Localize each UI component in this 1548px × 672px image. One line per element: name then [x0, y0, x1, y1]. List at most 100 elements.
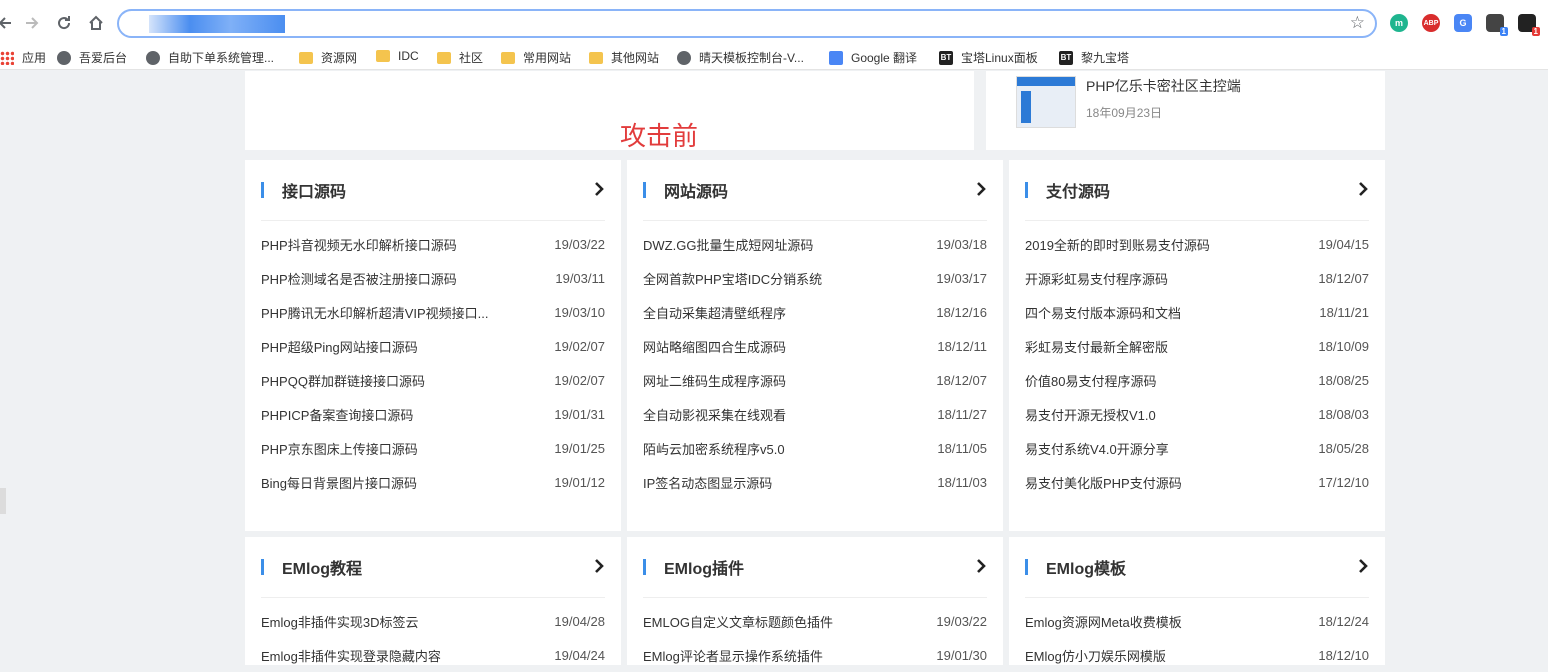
list-item[interactable]: Bing每日背景图片接口源码 19/01/12 — [261, 465, 605, 499]
list-item[interactable]: PHP检测域名是否被注册接口源码 19/03/11 — [261, 261, 605, 295]
item-date: 18/05/28 — [1318, 440, 1369, 456]
list-item[interactable]: PHPQQ群加群链接接口源码 19/02/07 — [261, 363, 605, 397]
google-translate-ext-icon[interactable]: G — [1454, 14, 1472, 32]
item-title[interactable]: PHP超级Ping网站接口源码 — [261, 337, 418, 356]
item-title[interactable]: 易支付开源无授权V1.0 — [1025, 405, 1156, 424]
list-item[interactable]: EMlog仿小刀娱乐网模版 18/12/10 — [1025, 638, 1369, 672]
list-item[interactable]: 网址二维码生成程序源码 18/12/07 — [643, 363, 987, 397]
item-title[interactable]: Emlog资源网Meta收费模板 — [1025, 612, 1182, 631]
item-title[interactable]: 易支付美化版PHP支付源码 — [1025, 473, 1182, 492]
address-bar[interactable]: ☆ — [117, 9, 1377, 38]
folder-icon — [376, 50, 390, 62]
list-item[interactable]: Emlog资源网Meta收费模板 18/12/24 — [1025, 604, 1369, 638]
list-item[interactable]: 价值80易支付程序源码 18/08/25 — [1025, 363, 1369, 397]
featured-title[interactable]: PHP亿乐卡密社区主控端 — [1086, 76, 1241, 96]
featured-panel[interactable]: PHP亿乐卡密社区主控端 18年09月23日 — [986, 71, 1385, 150]
item-title[interactable]: PHPICP备案查询接口源码 — [261, 405, 413, 424]
adblock-plus-icon[interactable]: ABP — [1422, 14, 1440, 32]
accent-bar — [643, 559, 646, 575]
bookmark-folder[interactable]: 资源网 — [299, 49, 357, 66]
item-title[interactable]: 2019全新的即时到账易支付源码 — [1025, 235, 1210, 254]
chevron-right-icon[interactable] — [975, 557, 987, 575]
chevron-right-icon[interactable] — [593, 557, 605, 575]
bookmark-item[interactable]: Google 翻译 — [829, 49, 917, 66]
item-title[interactable]: 全自动影视采集在线观看 — [643, 405, 786, 424]
item-title[interactable]: 网站略缩图四合生成源码 — [643, 337, 786, 356]
item-title[interactable]: 全网首款PHP宝塔IDC分销系统 — [643, 269, 822, 288]
back-icon[interactable] — [0, 12, 16, 34]
bookmark-folder[interactable]: 常用网站 — [501, 49, 571, 66]
reload-icon[interactable] — [53, 12, 75, 34]
list-item[interactable]: DWZ.GG批量生成短网址源码 19/03/18 — [643, 227, 987, 261]
item-title[interactable]: EMlog评论者显示操作系统插件 — [643, 646, 823, 665]
bookmark-apps[interactable]: 应用 — [0, 49, 46, 66]
item-title[interactable]: PHP抖音视频无水印解析接口源码 — [261, 235, 457, 254]
bookmark-folder[interactable]: 其他网站 — [589, 49, 659, 66]
home-icon[interactable] — [85, 12, 107, 34]
bookmark-star-icon[interactable]: ☆ — [1350, 13, 1365, 33]
item-title[interactable]: 价值80易支付程序源码 — [1025, 371, 1156, 390]
bookmark-item[interactable]: 晴天模板控制台-V... — [677, 49, 804, 66]
list-item[interactable]: EMlog评论者显示操作系统插件 19/01/30 — [643, 638, 987, 672]
list-item[interactable]: 全自动影视采集在线观看 18/11/27 — [643, 397, 987, 431]
item-date: 19/01/31 — [554, 406, 605, 422]
card-title: EMlog模板 — [1046, 561, 1126, 578]
item-date: 18/12/07 — [936, 372, 987, 388]
bookmark-item[interactable]: BT 宝塔Linux面板 — [939, 49, 1038, 66]
chevron-right-icon[interactable] — [975, 180, 987, 198]
list-item[interactable]: 四个易支付版本源码和文档 18/11/21 — [1025, 295, 1369, 329]
list-item[interactable]: PHP腾讯无水印解析超清VIP视频接口... 19/03/10 — [261, 295, 605, 329]
list-item[interactable]: 2019全新的即时到账易支付源码 19/04/15 — [1025, 227, 1369, 261]
item-title[interactable]: IP签名动态图显示源码 — [643, 473, 772, 492]
bookmark-item[interactable]: BT 黎九宝塔 — [1059, 49, 1129, 66]
item-title[interactable]: DWZ.GG批量生成短网址源码 — [643, 235, 813, 254]
featured-thumbnail[interactable] — [1016, 76, 1076, 128]
list-item[interactable]: PHP抖音视频无水印解析接口源码 19/03/22 — [261, 227, 605, 261]
item-title[interactable]: 易支付系统V4.0开源分享 — [1025, 439, 1169, 458]
item-title[interactable]: 彩虹易支付最新全解密版 — [1025, 337, 1168, 356]
chevron-right-icon[interactable] — [1357, 180, 1369, 198]
list-item[interactable]: Emlog非插件实现登录隐藏内容 19/04/24 — [261, 638, 605, 672]
list-item[interactable]: IP签名动态图显示源码 18/11/03 — [643, 465, 987, 499]
bookmark-item[interactable]: 自助下单系统管理... — [146, 49, 274, 66]
card-api-source: 接口源码 PHP抖音视频无水印解析接口源码 19/03/22 PHP检测域名是否被… — [245, 160, 621, 531]
list-item[interactable]: 易支付系统V4.0开源分享 18/05/28 — [1025, 431, 1369, 465]
item-title[interactable]: EMlog仿小刀娱乐网模版 — [1025, 646, 1166, 665]
item-title[interactable]: PHP检测域名是否被注册接口源码 — [261, 269, 457, 288]
item-title[interactable]: PHPQQ群加群链接接口源码 — [261, 371, 425, 390]
list-item[interactable]: EMLOG自定义文章标题颜色插件 19/03/22 — [643, 604, 987, 638]
user-ext-icon[interactable]: 1 — [1486, 14, 1508, 36]
forward-icon[interactable] — [21, 12, 43, 34]
item-title[interactable]: 陌屿云加密系统程序v5.0 — [643, 439, 785, 458]
list-item[interactable]: 全网首款PHP宝塔IDC分销系统 19/03/17 — [643, 261, 987, 295]
list-item[interactable]: 开源彩虹易支付程序源码 18/12/07 — [1025, 261, 1369, 295]
chevron-right-icon[interactable] — [1357, 557, 1369, 575]
item-title[interactable]: PHP京东图床上传接口源码 — [261, 439, 418, 458]
list-item[interactable]: 网站略缩图四合生成源码 18/12/11 — [643, 329, 987, 363]
list-item[interactable]: 全自动采集超清壁纸程序 18/12/16 — [643, 295, 987, 329]
bookmark-folder[interactable]: 社区 — [437, 49, 483, 66]
bookmark-folder[interactable]: IDC — [376, 49, 419, 63]
bookmark-item[interactable]: 吾爱后台 — [57, 49, 127, 66]
side-handle[interactable] — [0, 488, 6, 514]
list-item[interactable]: PHP超级Ping网站接口源码 19/02/07 — [261, 329, 605, 363]
item-title[interactable]: EMLOG自定义文章标题颜色插件 — [643, 612, 833, 631]
list-item[interactable]: 陌屿云加密系统程序v5.0 18/11/05 — [643, 431, 987, 465]
bt-ext-icon[interactable]: 1 — [1518, 14, 1540, 36]
item-title[interactable]: PHP腾讯无水印解析超清VIP视频接口... — [261, 303, 489, 322]
list-item[interactable]: PHP京东图床上传接口源码 19/01/25 — [261, 431, 605, 465]
item-title[interactable]: 网址二维码生成程序源码 — [643, 371, 786, 390]
chevron-right-icon[interactable] — [593, 180, 605, 198]
item-title[interactable]: 开源彩虹易支付程序源码 — [1025, 269, 1168, 288]
extension-m-icon[interactable]: m — [1390, 14, 1408, 32]
item-title[interactable]: 全自动采集超清壁纸程序 — [643, 303, 786, 322]
item-title[interactable]: Emlog非插件实现登录隐藏内容 — [261, 646, 441, 665]
item-title[interactable]: Bing每日背景图片接口源码 — [261, 473, 417, 492]
item-title[interactable]: Emlog非插件实现3D标签云 — [261, 612, 418, 631]
list-item[interactable]: PHPICP备案查询接口源码 19/01/31 — [261, 397, 605, 431]
list-item[interactable]: Emlog非插件实现3D标签云 19/04/28 — [261, 604, 605, 638]
list-item[interactable]: 彩虹易支付最新全解密版 18/10/09 — [1025, 329, 1369, 363]
list-item[interactable]: 易支付美化版PHP支付源码 17/12/10 — [1025, 465, 1369, 499]
item-title[interactable]: 四个易支付版本源码和文档 — [1025, 303, 1181, 322]
list-item[interactable]: 易支付开源无授权V1.0 18/08/03 — [1025, 397, 1369, 431]
